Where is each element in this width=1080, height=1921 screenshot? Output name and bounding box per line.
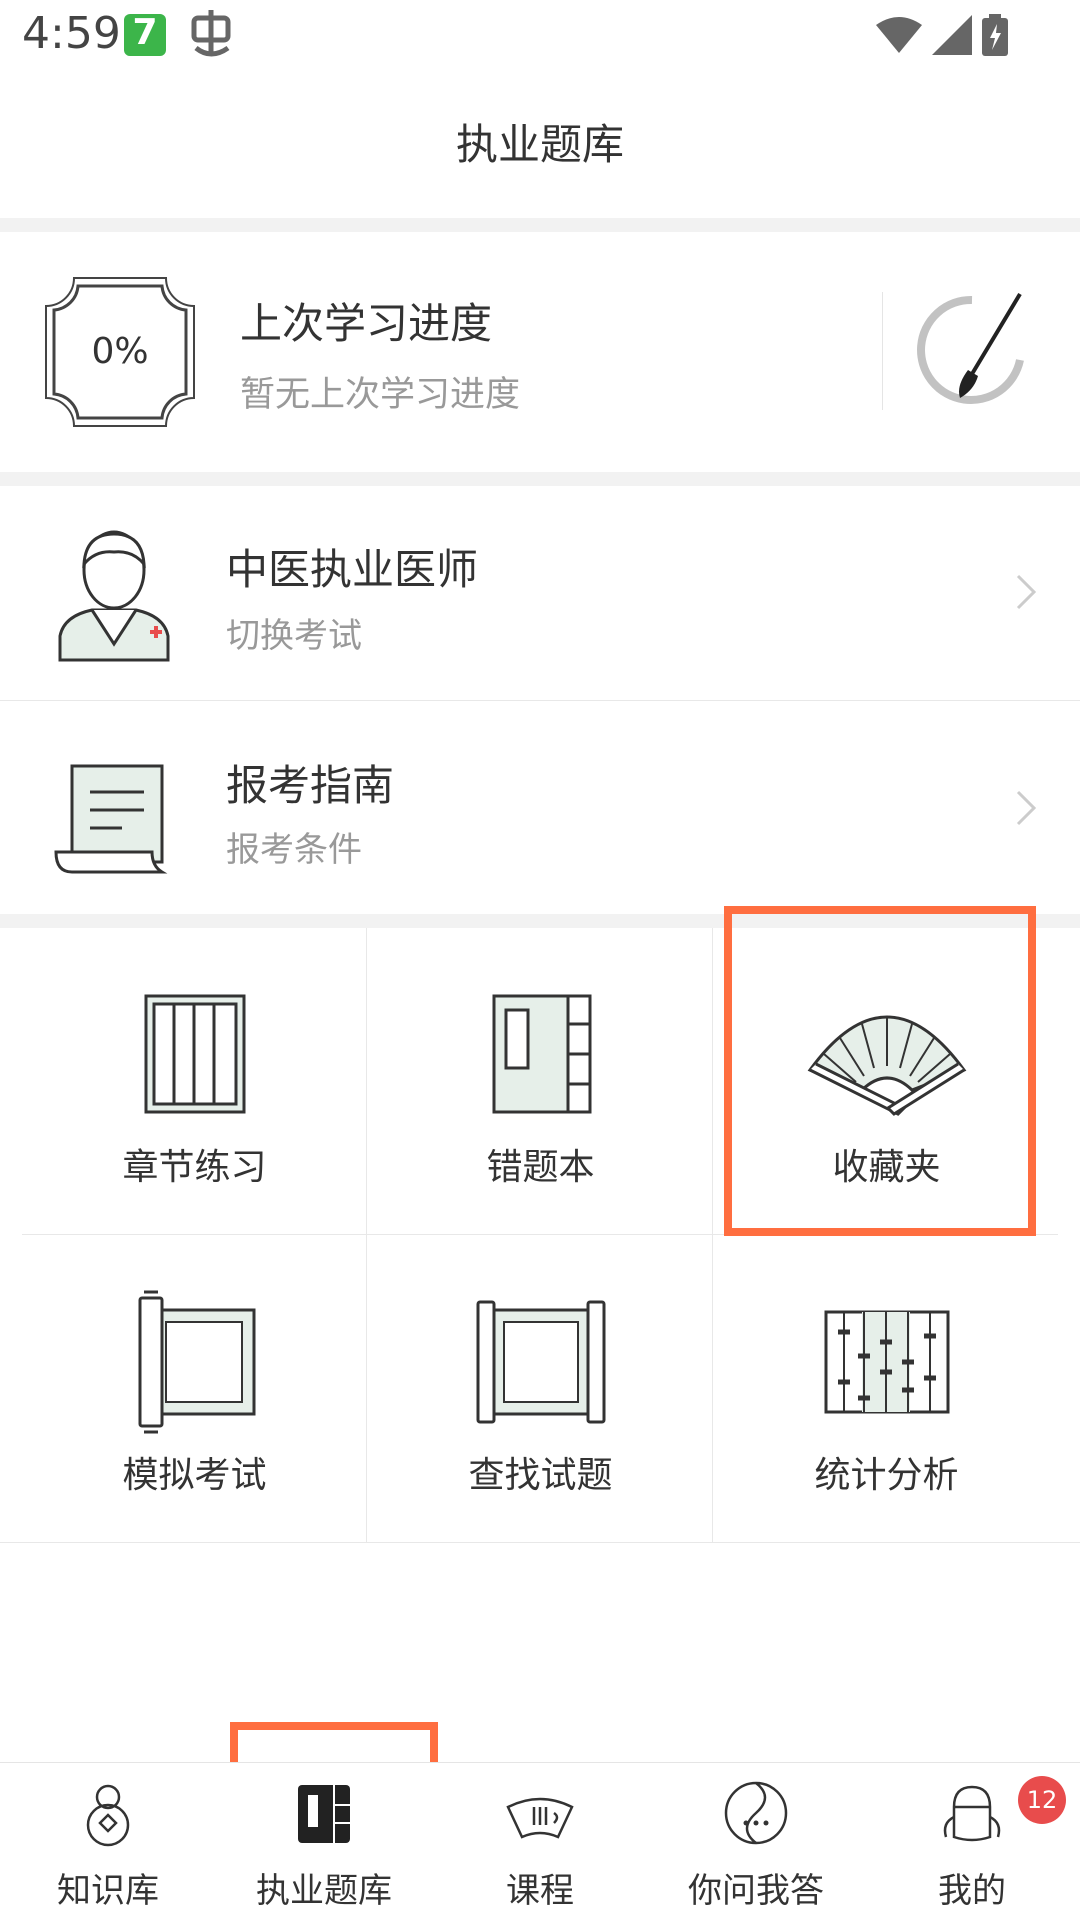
grid-divider: [22, 1234, 1058, 1235]
grid-item-wrong-questions[interactable]: 错题本: [368, 928, 713, 1234]
bookshelf-icon: [144, 994, 245, 1114]
grid-item-label: 查找试题: [468, 1455, 613, 1496]
progress-title: 上次学习进度: [240, 299, 493, 348]
exam-title: 中医执业医师: [226, 545, 479, 594]
guide-subtitle: 报考条件: [226, 830, 362, 870]
chevron-right-icon: [1016, 574, 1037, 610]
bottom-tab-bar: 知识库 执业题库 课程 你问我答 我的: [0, 1762, 1080, 1921]
fan-tab-icon: [506, 1797, 574, 1839]
grid-divider: [0, 1542, 1080, 1543]
grid-divider: [366, 928, 367, 1542]
signal-icon: [932, 15, 972, 55]
section-divider: [0, 218, 1080, 232]
doctor-icon: [58, 530, 170, 662]
progress-subtitle: 暂无上次学习进度: [240, 375, 521, 415]
progress-divider: [882, 292, 883, 410]
status-bar: 4:59 7: [0, 0, 1080, 72]
tab-label: 我的: [938, 1871, 1006, 1911]
grid-item-label: 模拟考试: [122, 1455, 267, 1496]
grid-item-label: 统计分析: [814, 1455, 959, 1496]
tab-label: 知识库: [57, 1871, 159, 1911]
page-title: 执业题库: [455, 120, 624, 169]
book-icon: [492, 994, 591, 1114]
scroll-icon: [138, 1290, 255, 1434]
scroll-frame-icon: [476, 1300, 605, 1424]
wifi-icon: [876, 17, 922, 53]
status-time: 4:59: [22, 8, 121, 59]
grid-item-mock-exam[interactable]: 模拟考试: [22, 1236, 367, 1542]
yinyang-icon: [724, 1781, 788, 1845]
tab-label: 执业题库: [256, 1871, 392, 1911]
grid-item-label: 章节练习: [122, 1147, 267, 1188]
tab-knowledge-base[interactable]: 知识库: [0, 1763, 216, 1921]
status-icons: [876, 14, 1008, 56]
gourd-icon: [86, 1784, 130, 1847]
progress-percent: 0%: [91, 331, 149, 372]
grid-item-label: 收藏夹: [832, 1147, 941, 1188]
battery-icon: [982, 14, 1008, 56]
grid-divider: [712, 928, 713, 1542]
section-divider: [0, 472, 1080, 486]
person-icon: [943, 1785, 1001, 1842]
tab-label: 你问我答: [688, 1871, 824, 1911]
brush-icon[interactable]: [912, 290, 1032, 410]
section-divider: [0, 914, 1080, 928]
grid-item-favorites[interactable]: 收藏夹: [714, 928, 1059, 1234]
bug-icon: [191, 10, 231, 57]
fan-icon: [807, 1015, 966, 1116]
tab-label: 课程: [506, 1871, 574, 1911]
grid-item-search-questions[interactable]: 查找试题: [368, 1236, 713, 1542]
document-scroll-icon: [54, 764, 168, 874]
tab-courses[interactable]: 课程: [432, 1763, 648, 1921]
app-notification-icon: 7: [124, 12, 166, 56]
notebook-icon: [298, 1785, 350, 1843]
chevron-right-icon: [1016, 790, 1037, 826]
guide-title: 报考指南: [226, 761, 395, 810]
grid-item-label: 错题本: [486, 1147, 595, 1188]
tab-qa[interactable]: 你问我答: [648, 1763, 864, 1921]
grid-item-chapter-practice[interactable]: 章节练习: [22, 928, 367, 1234]
exam-subtitle: 切换考试: [226, 616, 362, 656]
tab-question-bank[interactable]: 执业题库: [216, 1763, 432, 1921]
grid-item-statistics[interactable]: 统计分析: [714, 1236, 1059, 1542]
profile-notification-badge: 12: [1018, 1776, 1066, 1824]
abacus-icon: [824, 1310, 949, 1414]
